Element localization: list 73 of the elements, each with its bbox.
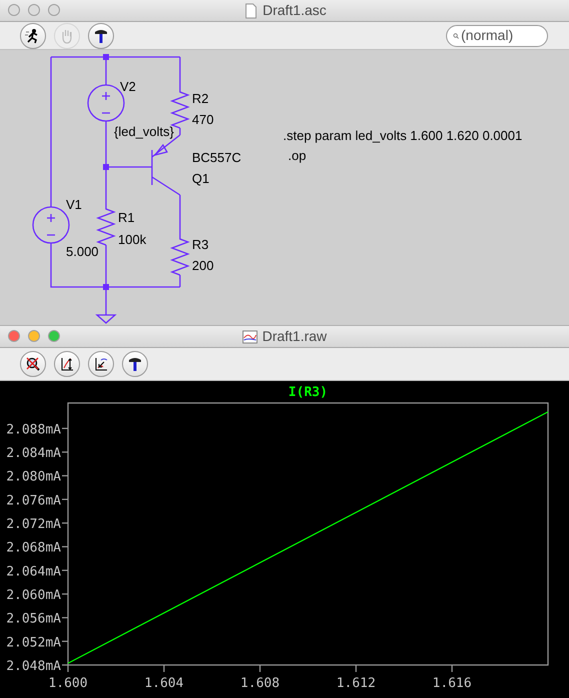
search-field[interactable]: (normal) <box>446 24 548 46</box>
toolbar-button[interactable] <box>88 351 114 377</box>
y-tick-label: 2.064mA <box>6 564 61 580</box>
toolbar-button[interactable] <box>20 351 46 377</box>
y-tick-label: 2.048mA <box>6 659 61 674</box>
component-label: {led_volts} <box>114 125 174 138</box>
toolbar-button[interactable] <box>54 351 80 377</box>
component-label: R2 <box>192 92 209 105</box>
zoom-button[interactable] <box>48 4 60 16</box>
component-label: R3 <box>192 238 209 251</box>
y-tick-label: 2.052mA <box>6 635 61 650</box>
waveform-icon <box>242 328 258 344</box>
y-tick <box>62 522 68 524</box>
y-tick <box>62 617 68 618</box>
window-title: Draft1.raw <box>262 327 327 346</box>
y-tick <box>62 593 68 595</box>
y-tick-label: 2.072mA <box>6 517 61 532</box>
x-tick-label: 1.600 <box>48 676 88 691</box>
minimize-button[interactable] <box>28 330 40 342</box>
y-tick <box>62 640 68 642</box>
y-tick-label: 2.084mA <box>6 446 61 462</box>
search-input[interactable]: (normal) <box>461 25 541 46</box>
chart-title: I(R3) <box>288 385 328 400</box>
y-tick <box>62 428 68 430</box>
minimize-button[interactable] <box>28 4 40 16</box>
y-tick <box>62 546 68 548</box>
x-tick-label: 1.616 <box>432 676 472 691</box>
x-tick-label: 1.612 <box>336 676 376 691</box>
resistor-symbol <box>96 205 116 246</box>
y-tick-label: 2.060mA <box>6 588 61 604</box>
component-label: 5.000 <box>66 245 99 258</box>
y-tick <box>62 498 68 500</box>
y-tick-label: 2.080mA <box>6 470 61 485</box>
x-tick <box>67 665 69 672</box>
toolbar-button[interactable] <box>122 351 148 377</box>
autorange-icon <box>59 356 75 372</box>
component-label: BC557C <box>192 151 242 164</box>
y-tick-label: 2.088mA <box>6 422 61 438</box>
zoom-button[interactable] <box>48 330 60 342</box>
toolbar-button[interactable] <box>88 22 114 48</box>
close-button[interactable] <box>8 330 20 342</box>
y-tick-label: 2.076mA <box>6 493 61 508</box>
y-tick-label: 2.056mA <box>6 612 61 627</box>
hammer-icon <box>93 28 109 44</box>
x-tick-label: 1.604 <box>144 676 184 691</box>
spice-directive: .step param led_volts 1.600 1.620 0.0001 <box>283 129 522 142</box>
x-tick-label: 1.608 <box>240 676 280 691</box>
window-title: Draft1.asc <box>262 1 326 20</box>
component-label: Q1 <box>192 172 210 185</box>
x-tick <box>259 665 261 672</box>
component-label: V1 <box>66 198 82 211</box>
resistor-symbol <box>170 235 190 276</box>
x-tick <box>355 665 357 672</box>
plot-pick-icon <box>93 356 109 372</box>
component-label: 100k <box>118 233 146 246</box>
component-label: 470 <box>192 113 214 126</box>
x-tick <box>163 665 165 672</box>
x-tick <box>451 665 453 672</box>
y-tick <box>62 570 68 571</box>
zoom-cancel-icon <box>25 356 41 372</box>
toolbar-button[interactable] <box>20 22 46 48</box>
close-button[interactable] <box>8 4 20 16</box>
component-label: V2 <box>120 80 136 93</box>
y-tick-label: 2.068mA <box>6 540 61 556</box>
component-label: R1 <box>118 211 135 224</box>
hammer-icon <box>127 356 143 372</box>
y-tick <box>62 664 68 666</box>
y-tick <box>62 451 68 453</box>
spice-directive: .op <box>288 149 306 162</box>
document-icon <box>242 2 259 18</box>
component-label: 200 <box>192 259 214 272</box>
y-tick <box>62 475 68 476</box>
ground-symbol <box>95 314 117 324</box>
